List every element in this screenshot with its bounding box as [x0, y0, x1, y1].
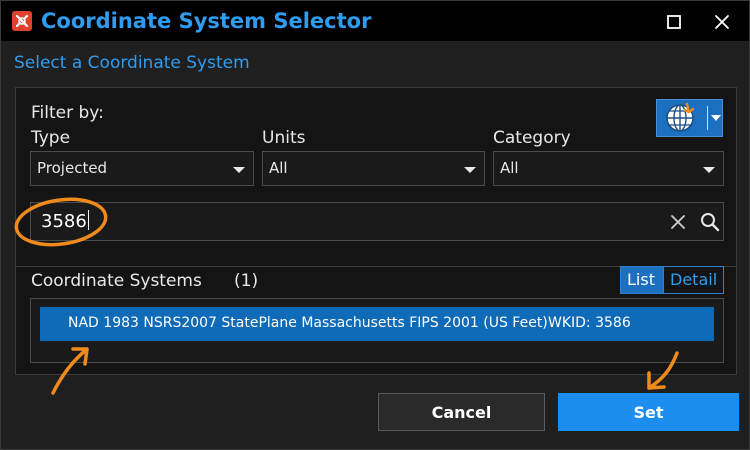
chevron-down-icon[interactable] — [711, 115, 721, 121]
search-input[interactable]: 3586 — [30, 202, 724, 241]
type-select-value: Projected — [37, 159, 108, 177]
coordinate-system-selector-dialog: Coordinate System Selector Select a Coor… — [0, 0, 750, 450]
text-cursor — [87, 210, 89, 230]
window-title: Coordinate System Selector — [41, 9, 372, 33]
globe-icon — [666, 102, 695, 132]
units-label: Units — [262, 128, 306, 148]
chevron-down-icon — [703, 167, 715, 173]
results-count: (1) — [234, 271, 259, 291]
app-logo-icon — [12, 11, 32, 31]
category-select[interactable]: All — [493, 151, 724, 186]
maximize-icon[interactable] — [661, 9, 687, 35]
units-select[interactable]: All — [262, 151, 485, 186]
dialog-heading: Select a Coordinate System — [14, 53, 250, 73]
coordinate-system-wkid: WKID: 3586 — [548, 315, 631, 331]
coordinate-systems-label: Coordinate Systems — [31, 271, 202, 291]
coordinate-systems-list: NAD 1983 NSRS2007 StatePlane Massachuset… — [30, 298, 724, 363]
units-select-value: All — [269, 159, 288, 177]
search-input-value: 3586 — [41, 211, 87, 232]
category-select-value: All — [500, 159, 519, 177]
selector-panel: Filter by: Type Units Category Projected… — [15, 87, 737, 375]
coordinate-system-name: NAD 1983 NSRS2007 StatePlane Massachuset… — [68, 315, 548, 331]
close-icon[interactable] — [669, 213, 687, 231]
chevron-down-icon — [233, 167, 245, 173]
filter-label: Filter by: — [31, 103, 104, 123]
category-label: Category — [493, 128, 571, 148]
chevron-down-icon — [464, 167, 476, 173]
title-bar: Coordinate System Selector — [1, 1, 749, 41]
type-label: Type — [31, 128, 71, 148]
detail-view-button[interactable]: Detail — [663, 266, 724, 294]
type-select[interactable]: Projected — [30, 151, 254, 186]
close-window-icon[interactable] — [709, 9, 735, 35]
set-button[interactable]: Set — [558, 393, 739, 431]
globe-button-separator — [707, 106, 708, 130]
list-view-button[interactable]: List — [620, 266, 664, 294]
search-icon[interactable] — [699, 211, 721, 233]
cancel-button[interactable]: Cancel — [378, 393, 545, 431]
list-item[interactable]: NAD 1983 NSRS2007 StatePlane Massachuset… — [40, 307, 714, 341]
globe-dropdown-button[interactable] — [656, 99, 723, 137]
